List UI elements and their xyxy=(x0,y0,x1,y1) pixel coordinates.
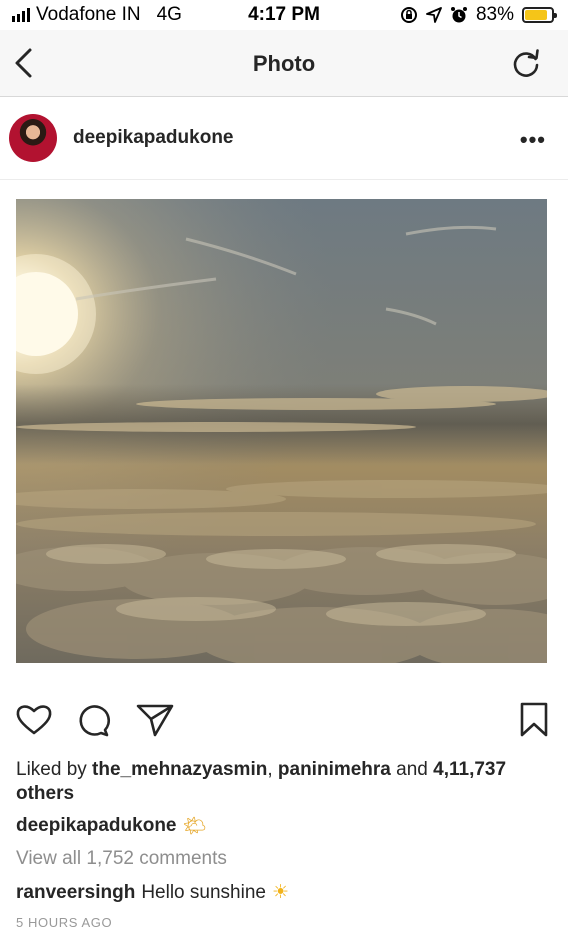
battery-percent: 83% xyxy=(475,4,514,25)
comment-username[interactable]: ranveersingh xyxy=(16,882,135,904)
liker-link[interactable]: the_mehnazyasmin xyxy=(92,759,267,780)
battery-level-fill xyxy=(525,10,547,20)
orientation-lock-icon xyxy=(400,7,417,23)
likes-prefix: Liked by xyxy=(16,759,93,780)
post-photo[interactable] xyxy=(16,199,547,663)
comment-row: ranveersingh Hello sunshine ☀ xyxy=(16,881,289,904)
caption-username[interactable]: deepikapadukone xyxy=(16,815,177,837)
refresh-icon[interactable] xyxy=(510,48,542,80)
avatar[interactable] xyxy=(9,114,57,162)
liker-link[interactable]: paninimehra xyxy=(278,759,391,780)
sun-icon: ☀ xyxy=(271,882,290,903)
likes-separator: , xyxy=(267,759,278,780)
nav-bar: Photo xyxy=(0,30,568,97)
more-options-button[interactable]: ••• xyxy=(520,127,546,153)
post-timestamp: 5 HOURS AGO xyxy=(16,915,113,930)
sun-behind-cloud-icon: 🌤 xyxy=(182,816,207,837)
status-bar: Vodafone IN 4G 4:17 PM 83% xyxy=(0,0,568,30)
location-icon xyxy=(426,7,442,23)
likes-summary: Liked by the_mehnazyasmin, paninimehra a… xyxy=(16,758,556,806)
view-all-comments-link[interactable]: View all 1,752 comments xyxy=(16,848,227,870)
comment-text: Hello sunshine xyxy=(141,881,266,903)
post-header: deepikapadukone ••• xyxy=(0,97,568,180)
post-username[interactable]: deepikapadukone xyxy=(73,127,234,149)
comment-icon[interactable] xyxy=(74,700,114,740)
post-caption: deepikapadukone 🌤 xyxy=(16,814,207,838)
page-title: Photo xyxy=(252,51,316,76)
status-right: 83% xyxy=(400,4,557,26)
post-actions xyxy=(0,700,568,740)
send-icon[interactable] xyxy=(135,700,175,740)
heart-icon[interactable] xyxy=(14,700,54,740)
battery-icon xyxy=(522,7,557,23)
bookmark-icon[interactable] xyxy=(514,700,554,740)
alarm-icon xyxy=(450,7,467,23)
likes-and: and xyxy=(390,759,434,780)
sky-clouds-image xyxy=(16,199,547,663)
